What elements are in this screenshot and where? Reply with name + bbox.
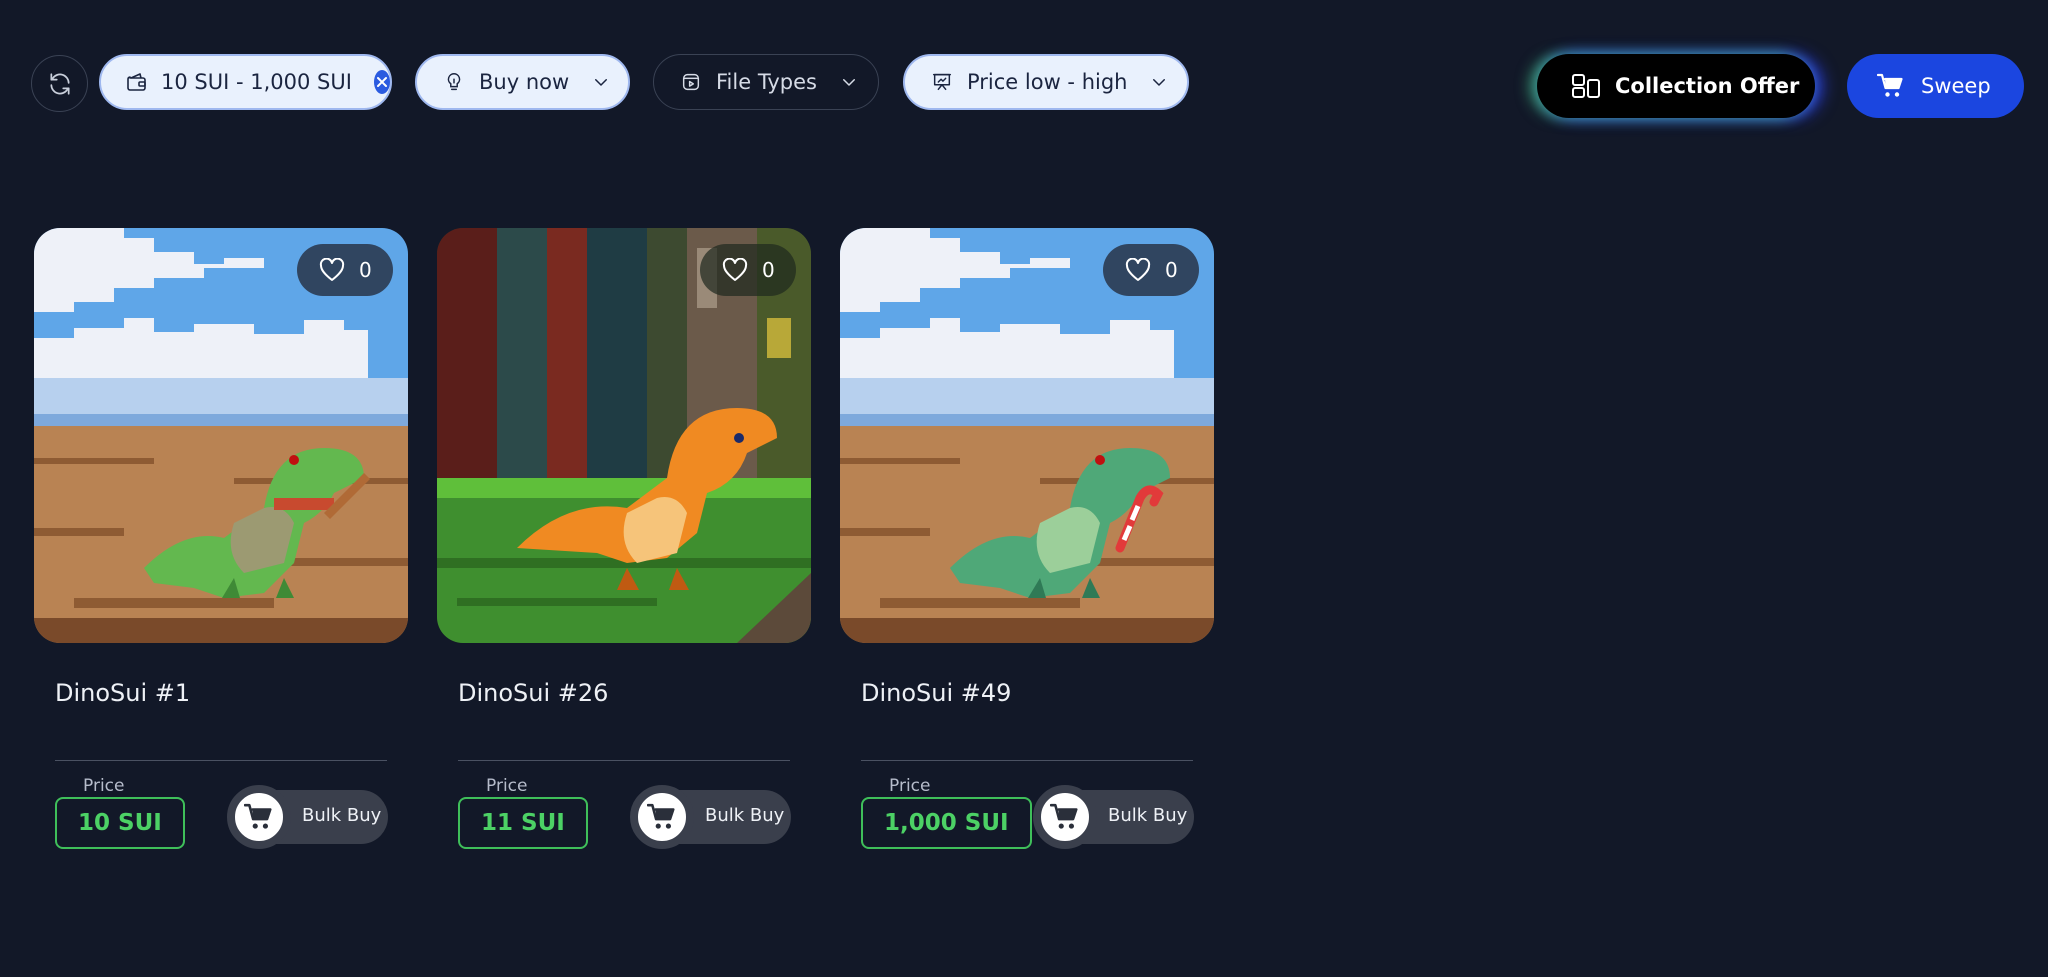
like-button[interactable]: 0 (1103, 244, 1199, 296)
price-label: Price (482, 776, 532, 796)
price-value: 11 SUI (458, 797, 588, 849)
nft-card[interactable]: 0 DinoSui #1 Price 10 SUI Bulk Buy (34, 228, 408, 849)
price-value: 1,000 SUI (861, 797, 1032, 849)
lightbulb-icon (441, 69, 467, 95)
buy-mode-dropdown[interactable]: Buy now (415, 54, 630, 110)
sweep-button[interactable]: Sweep (1847, 54, 2024, 118)
file-media-icon (678, 69, 704, 95)
bulk-buy-label: Bulk Buy (1108, 805, 1188, 826)
heart-icon (319, 258, 345, 281)
bulk-buy-label: Bulk Buy (302, 805, 382, 826)
price-range-label: 10 SUI - 1,000 SUI (161, 70, 352, 94)
collection-offer-label: Collection Offer (1615, 74, 1800, 98)
nft-name[interactable]: DinoSui #1 (55, 679, 190, 707)
bulk-buy-button[interactable]: Bulk Buy (1033, 785, 1194, 849)
filter-toolbar: 10 SUI - 1,000 SUI Buy now File Types Pr… (0, 0, 2048, 170)
cart-icon (1033, 785, 1097, 849)
nft-image[interactable]: 0 (437, 228, 811, 643)
heart-icon (722, 258, 748, 281)
price-label: Price (885, 776, 935, 796)
file-types-label: File Types (716, 70, 817, 94)
price-value: 10 SUI (55, 797, 185, 849)
buy-mode-label: Buy now (479, 70, 570, 94)
card-divider (55, 760, 387, 761)
card-divider (861, 760, 1193, 761)
bulk-buy-button[interactable]: Bulk Buy (227, 785, 388, 849)
chevron-down-icon (839, 72, 859, 92)
refresh-icon (49, 72, 70, 95)
card-divider (458, 760, 790, 761)
like-button[interactable]: 0 (700, 244, 796, 296)
bulk-buy-label: Bulk Buy (705, 805, 785, 826)
cart-icon (630, 785, 694, 849)
clear-price-filter-icon[interactable] (373, 70, 390, 94)
like-count: 0 (1165, 258, 1178, 282)
chevron-down-icon (591, 72, 611, 92)
heart-icon (1125, 258, 1151, 281)
nft-card[interactable]: 0 DinoSui #49 Price 1,000 SUI Bulk Buy (840, 228, 1214, 849)
like-button[interactable]: 0 (297, 244, 393, 296)
price-range-filter[interactable]: 10 SUI - 1,000 SUI (99, 54, 392, 110)
nft-image[interactable]: 0 (34, 228, 408, 643)
refresh-button[interactable] (31, 55, 88, 112)
nft-name[interactable]: DinoSui #49 (861, 679, 1011, 707)
sweep-label: Sweep (1921, 74, 1991, 98)
file-types-dropdown[interactable]: File Types (653, 54, 879, 110)
presentation-chart-icon (929, 69, 955, 95)
cart-icon (1877, 73, 1903, 97)
like-count: 0 (359, 258, 372, 282)
chevron-down-icon (1149, 72, 1169, 92)
layout-icon (1572, 74, 1600, 98)
sort-dropdown[interactable]: Price low - high (903, 54, 1189, 110)
cart-icon (227, 785, 291, 849)
wallet-icon (125, 69, 149, 95)
price-label: Price (79, 776, 129, 796)
sort-label: Price low - high (967, 70, 1128, 94)
nft-image[interactable]: 0 (840, 228, 1214, 643)
nft-name[interactable]: DinoSui #26 (458, 679, 608, 707)
collection-offer-button[interactable]: Collection Offer (1537, 54, 1815, 118)
like-count: 0 (762, 258, 775, 282)
nft-card[interactable]: 0 DinoSui #26 Price 11 SUI Bulk Buy (437, 228, 811, 849)
bulk-buy-button[interactable]: Bulk Buy (630, 785, 791, 849)
